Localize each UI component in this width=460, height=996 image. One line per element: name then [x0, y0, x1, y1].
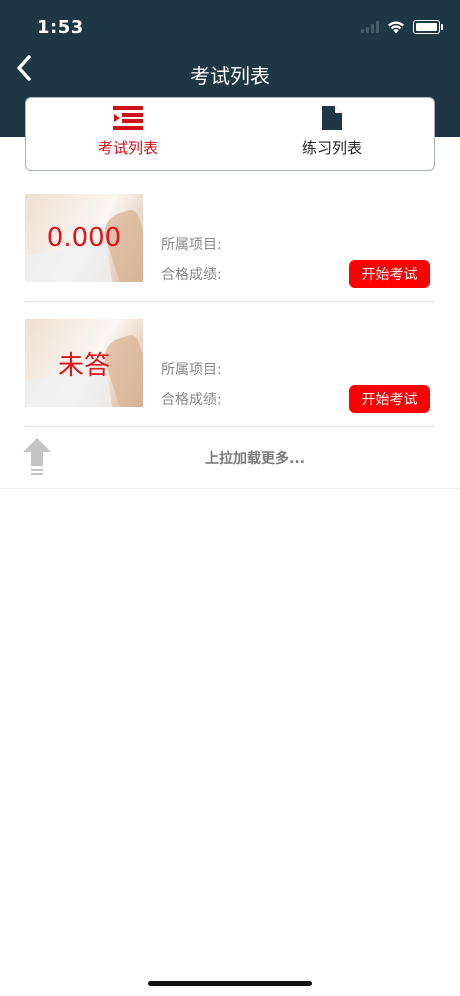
list-icon [113, 106, 143, 130]
document-icon [322, 106, 342, 130]
tab-practice-list[interactable]: 练习列表 [230, 98, 434, 170]
status-icons [361, 20, 443, 34]
tab-label: 练习列表 [301, 139, 362, 157]
score-text: 未答 [57, 350, 110, 381]
tab-bar: 考试列表 练习列表 [25, 97, 435, 171]
project-label: 所属项目: [161, 362, 222, 378]
pass-score-label: 合格成绩: [161, 267, 222, 283]
status-time: 1:53 [37, 17, 84, 38]
start-exam-button[interactable]: 开始考试 [349, 260, 430, 288]
start-exam-button[interactable]: 开始考试 [349, 385, 430, 413]
project-label: 所属项目: [161, 237, 222, 253]
exam-thumbnail: 0.000 [25, 194, 143, 282]
exam-list-item[interactable]: 未答 所属项目: 合格成绩: 开始考试 [25, 319, 435, 427]
wifi-icon [388, 21, 404, 33]
exam-list-item[interactable]: 0.000 所属项目: 合格成绩: 开始考试 [25, 194, 435, 302]
score-text: 0.000 [46, 223, 122, 253]
load-more-footer: 上拉加载更多... [0, 428, 460, 489]
exam-thumbnail: 未答 [25, 319, 143, 407]
load-more-text: 上拉加载更多... [205, 451, 305, 467]
tab-label: 考试列表 [97, 139, 158, 157]
home-indicator[interactable] [148, 981, 312, 986]
cellular-signal-icon [361, 21, 379, 33]
battery-icon [413, 20, 443, 34]
pass-score-label: 合格成绩: [161, 392, 222, 408]
page-title: 考试列表 [190, 64, 270, 88]
tab-exam-list[interactable]: 考试列表 [26, 98, 230, 170]
